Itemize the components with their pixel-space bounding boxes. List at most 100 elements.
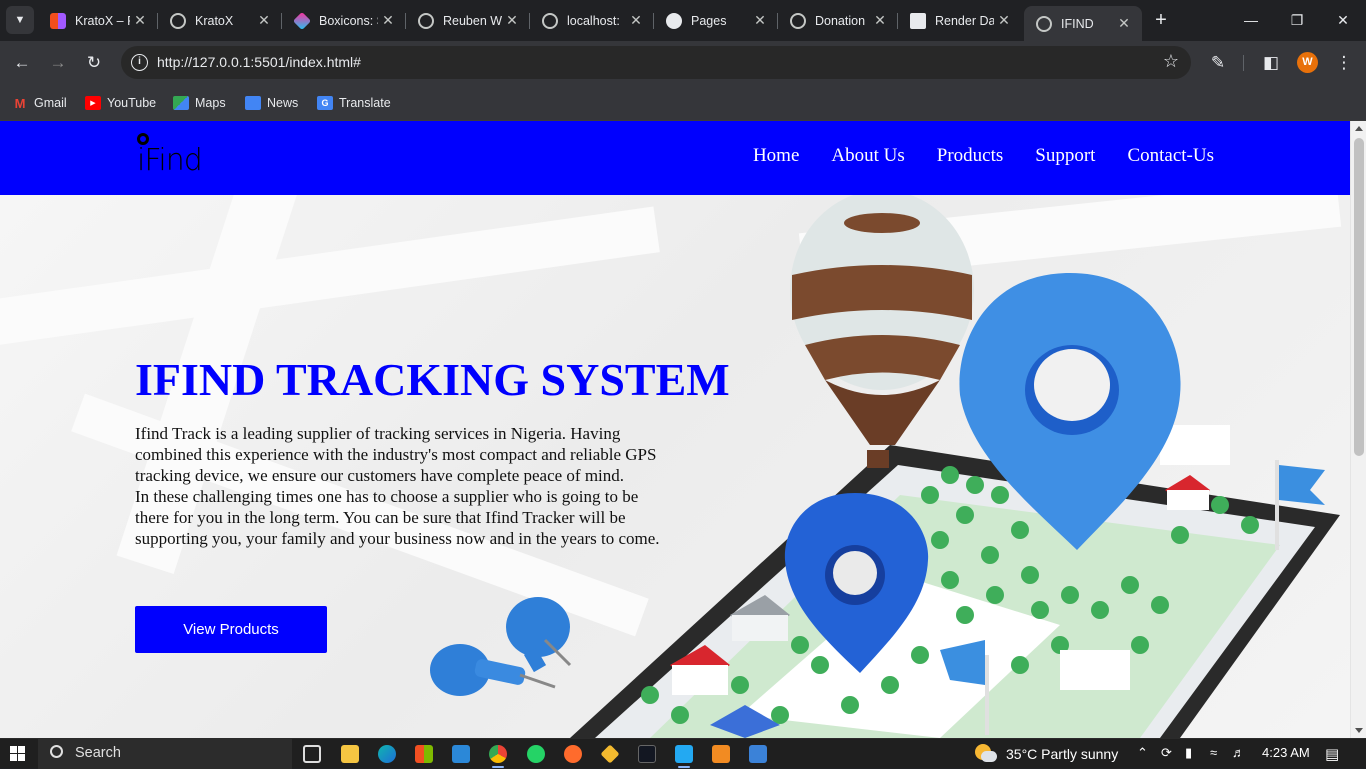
tab-kratox[interactable]: KratoX ✕ (158, 6, 282, 35)
file-explorer-icon[interactable] (341, 745, 359, 763)
sync-icon[interactable]: ⟳ (1161, 745, 1172, 761)
back-button[interactable]: ← (9, 50, 35, 76)
close-tab-icon[interactable]: ✕ (994, 12, 1014, 29)
tab-render[interactable]: Render Da ✕ (898, 6, 1022, 35)
windows-start-icon[interactable] (10, 746, 26, 762)
edge-icon[interactable] (378, 745, 396, 763)
clock[interactable]: 4:23 AM (1262, 745, 1310, 760)
task-view-icon[interactable] (303, 745, 321, 763)
nav-contact-us[interactable]: Contact-Us (1127, 145, 1214, 167)
figma-icon (50, 12, 66, 29)
close-tab-icon[interactable]: ✕ (626, 12, 646, 29)
bookmark-news[interactable]: News (245, 92, 298, 114)
ifind-logo[interactable]: iFind (135, 131, 225, 186)
gmail-icon: M (14, 95, 26, 111)
battery-icon[interactable]: ▮ (1185, 745, 1192, 761)
nav-products[interactable]: Products (937, 145, 1004, 167)
bookmark-youtube[interactable]: ▶ YouTube (85, 92, 156, 114)
tab-kratox-figma[interactable]: KratoX – F ✕ (38, 6, 158, 35)
side-panel-icon[interactable]: ◧ (1258, 50, 1284, 76)
boxicons-icon (292, 11, 312, 30)
postman-icon[interactable] (564, 745, 582, 763)
windows-taskbar: Search 35°C Partly sunny ⌃ ⟳ ▮ ≈ ♬ 4:23 … (0, 738, 1366, 769)
wifi-icon[interactable]: ≈ (1210, 745, 1217, 760)
close-tab-icon[interactable]: ✕ (1114, 15, 1134, 32)
bookmarks-bar: M Gmail ▶ YouTube Maps News G Translate (0, 85, 1366, 121)
tab-pages[interactable]: Pages ✕ (654, 6, 778, 35)
new-tab-button[interactable]: + (1149, 8, 1173, 32)
notifications-icon[interactable]: ▤ (1325, 745, 1339, 763)
close-tab-icon[interactable]: ✕ (502, 12, 522, 29)
globe-icon (170, 12, 186, 29)
close-window-button[interactable]: ✕ (1320, 8, 1366, 32)
address-bar[interactable]: i http://127.0.0.1:5501/index.html# ☆ (121, 46, 1191, 79)
news-icon (245, 96, 261, 110)
vscode-icon[interactable] (675, 745, 693, 763)
hero-paragraph-1: Ifind Track is a leading supplier of tra… (135, 424, 657, 485)
translate-icon: G (317, 96, 333, 110)
bookmark-gmail[interactable]: M Gmail (12, 92, 67, 114)
hero-title: IFIND TRACKING SYSTEM (135, 354, 730, 405)
globe-icon (418, 12, 434, 29)
globe-icon (790, 12, 806, 29)
photos-icon[interactable] (749, 745, 767, 763)
tab-search-button[interactable]: ▼ (6, 6, 34, 34)
page-viewport: iFind Home About Us Products Support Con… (0, 121, 1350, 738)
render-icon (910, 12, 926, 29)
page-scrollbar[interactable] (1350, 121, 1366, 738)
scroll-up-icon[interactable] (1355, 126, 1363, 131)
sublime-icon[interactable] (712, 745, 730, 763)
reload-button[interactable]: ↻ (81, 50, 107, 76)
nav-about-us[interactable]: About Us (831, 145, 904, 167)
tab-donation[interactable]: Donation ✕ (778, 6, 898, 35)
close-tab-icon[interactable]: ✕ (378, 12, 398, 29)
restore-button[interactable]: ❐ (1274, 8, 1320, 32)
partly-sunny-icon (975, 744, 997, 764)
tradingview-icon[interactable] (638, 745, 656, 763)
tab-reuben[interactable]: Reuben W ✕ (406, 6, 530, 35)
chrome-icon[interactable] (489, 745, 507, 763)
youtube-icon: ▶ (85, 96, 101, 110)
url-text[interactable]: http://127.0.0.1:5501/index.html# (157, 54, 361, 70)
view-products-button[interactable]: View Products (135, 606, 327, 653)
forward-button[interactable]: → (45, 50, 71, 76)
profile-avatar[interactable]: W (1297, 52, 1318, 73)
volume-icon[interactable]: ♬ (1232, 745, 1245, 760)
tab-ifind[interactable]: IFIND ✕ (1024, 6, 1142, 41)
globe-icon (1036, 15, 1052, 32)
site-navbar: iFind Home About Us Products Support Con… (0, 121, 1350, 195)
menu-icon[interactable]: ⋮ (1331, 50, 1357, 76)
browser-toolbar: ← → ↻ i http://127.0.0.1:5501/index.html… (0, 41, 1366, 85)
bookmark-translate[interactable]: G Translate (317, 92, 391, 114)
extensions-icon[interactable]: ✎ (1205, 50, 1231, 76)
tab-boxicons[interactable]: Boxicons: S ✕ (282, 6, 406, 35)
binance-icon[interactable] (600, 744, 620, 764)
nav-links: Home About Us Products Support Contact-U… (753, 145, 1214, 167)
hot-air-balloon (790, 195, 974, 468)
close-tab-icon[interactable]: ✕ (254, 12, 274, 29)
nav-home[interactable]: Home (753, 145, 799, 167)
nav-support[interactable]: Support (1035, 145, 1095, 167)
weather-widget[interactable]: 35°C Partly sunny (975, 744, 1118, 764)
push-pins (430, 597, 572, 696)
bookmark-maps[interactable]: Maps (173, 92, 226, 114)
minimize-button[interactable]: — (1228, 8, 1274, 32)
globe-icon (542, 12, 558, 29)
hero-section: IFIND TRACKING SYSTEM Ifind Track is a l… (0, 195, 1350, 738)
whatsapp-icon[interactable] (527, 745, 545, 763)
maps-icon (173, 96, 189, 110)
tab-localhost[interactable]: localhost: ✕ (530, 6, 654, 35)
taskbar-search[interactable]: Search (38, 739, 292, 769)
store-icon[interactable] (415, 745, 433, 763)
close-tab-icon[interactable]: ✕ (750, 12, 770, 29)
close-tab-icon[interactable]: ✕ (870, 12, 890, 29)
scroll-down-icon[interactable] (1355, 728, 1363, 733)
mail-icon[interactable] (452, 745, 470, 763)
hero-description: Ifind Track is a leading supplier of tra… (135, 423, 675, 549)
chevron-up-icon[interactable]: ⌃ (1137, 745, 1148, 761)
close-tab-icon[interactable]: ✕ (130, 12, 150, 29)
bookmark-star-icon[interactable]: ☆ (1163, 51, 1179, 72)
scroll-thumb[interactable] (1354, 138, 1364, 456)
github-icon (666, 12, 682, 29)
site-info-icon[interactable]: i (131, 54, 148, 71)
